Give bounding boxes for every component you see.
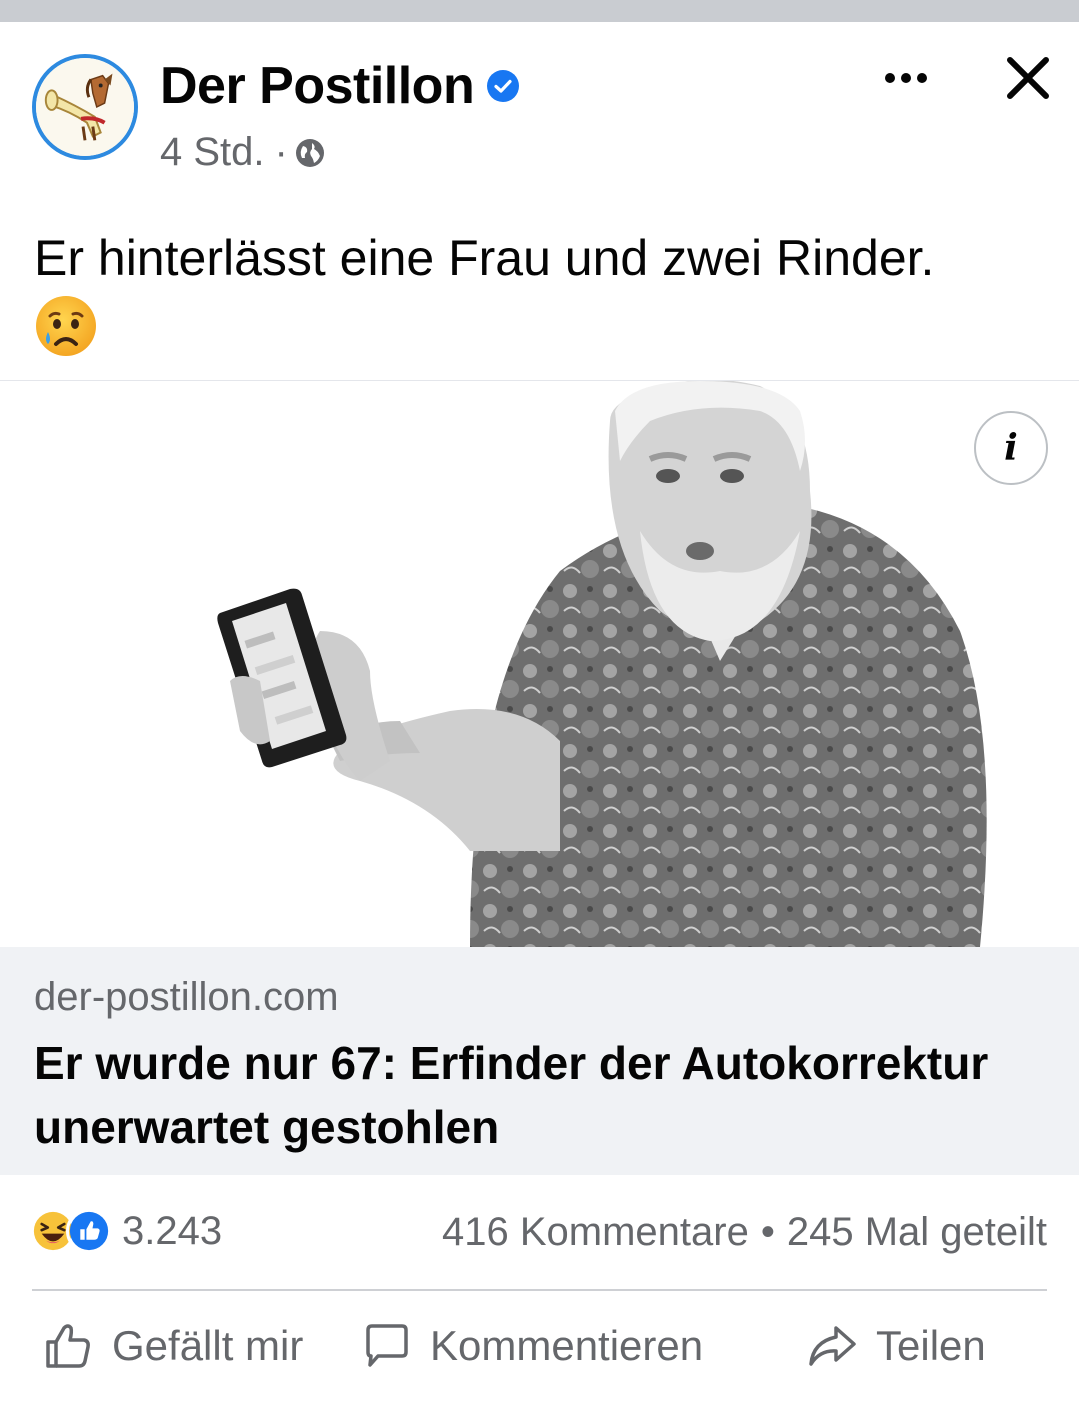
- comment-label: Kommentieren: [430, 1322, 704, 1369]
- post-actions: Gefällt mir Kommentieren Teilen: [0, 1300, 1079, 1400]
- info-button[interactable]: i: [974, 411, 1048, 485]
- reactions-summary[interactable]: 3.243: [30, 1208, 222, 1254]
- link-domain: der-postillon.com: [34, 975, 339, 1019]
- shares-count[interactable]: 245 Mal geteilt: [787, 1210, 1047, 1255]
- like-icon: [66, 1208, 112, 1254]
- close-button[interactable]: [1000, 50, 1056, 106]
- comments-count[interactable]: 416 Kommentare: [442, 1210, 749, 1255]
- actions-divider: [32, 1289, 1047, 1291]
- share-arrow-icon: [809, 1326, 856, 1366]
- share-label: Teilen: [876, 1322, 986, 1369]
- page-avatar[interactable]: [32, 54, 138, 160]
- postillon-logo: [36, 58, 134, 156]
- link-preview-image[interactable]: i: [0, 381, 1079, 947]
- link-headline[interactable]: Er wurde nur 67: Erfinder der Autokorrek…: [34, 1031, 1044, 1159]
- top-bar: [0, 0, 1079, 22]
- man-with-phone-photo: [0, 381, 1079, 947]
- post-header: Der Postillon 4 Std. ·: [0, 22, 1079, 192]
- crying-face-emoji: [36, 296, 96, 356]
- link-meta[interactable]: der-postillon.com Er wurde nur 67: Erfin…: [0, 947, 1079, 1175]
- more-icon: [885, 73, 927, 83]
- globe-icon: [295, 138, 324, 167]
- post-stats: 3.243 416 Kommentare • 245 Mal geteilt: [0, 1196, 1079, 1276]
- like-label: Gefällt mir: [112, 1322, 304, 1369]
- reaction-count: 3.243: [122, 1208, 223, 1253]
- thumbs-up-icon: [46, 1324, 90, 1368]
- meta-separator: ·: [274, 130, 288, 174]
- close-icon: [1007, 57, 1049, 99]
- post-time[interactable]: 4 Std.: [160, 130, 265, 175]
- comment-button[interactable]: Kommentieren: [360, 1320, 703, 1372]
- more-options-button[interactable]: [876, 58, 936, 98]
- link-preview-card[interactable]: i der-postillon.com Er wurde nur 67: Erf…: [0, 380, 1079, 1175]
- like-button[interactable]: Gefällt mir: [42, 1320, 303, 1372]
- post-text: Er hinterlässt eine Frau und zwei Rinder…: [34, 230, 935, 286]
- comment-icon: [366, 1324, 408, 1367]
- share-button[interactable]: Teilen: [806, 1320, 986, 1372]
- stats-separator: •: [760, 1210, 775, 1254]
- page-name[interactable]: Der Postillon: [160, 56, 475, 116]
- verified-badge-icon: [487, 70, 520, 102]
